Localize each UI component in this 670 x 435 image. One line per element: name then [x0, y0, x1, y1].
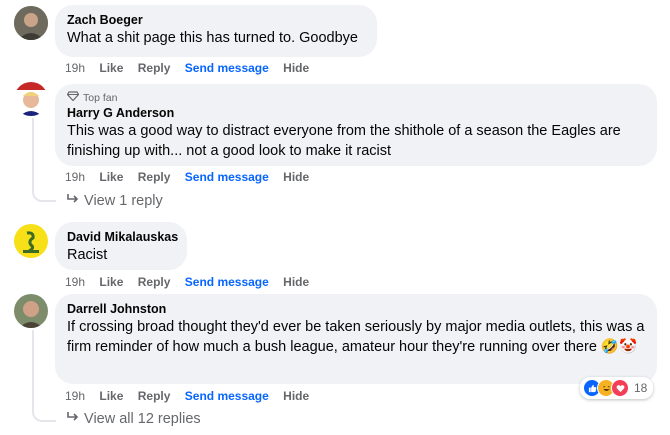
send-message-button[interactable]: Send message [185, 389, 269, 403]
avatar[interactable] [14, 224, 48, 258]
love-icon [611, 379, 629, 397]
view-replies-label: View all 12 replies [84, 411, 201, 427]
thread-curve [32, 398, 56, 422]
commenter-name[interactable]: Zach Boeger [67, 12, 365, 28]
comment-text: This was a good way to distract everyone… [67, 123, 621, 159]
reply-button[interactable]: Reply [138, 275, 171, 289]
send-message-button[interactable]: Send message [185, 275, 269, 289]
comment-body: If crossing broad thought they'd ever be… [67, 319, 645, 355]
avatar[interactable] [14, 6, 48, 40]
reaction-summary[interactable]: 18 [580, 377, 654, 399]
comment-actions: 19h Like Reply Send message Hide [65, 275, 320, 289]
reply-button[interactable]: Reply [138, 389, 171, 403]
commenter-name[interactable]: Harry G Anderson [67, 105, 645, 121]
like-button[interactable]: Like [99, 275, 123, 289]
comment-bubble: Darrell Johnston If crossing broad thoug… [55, 294, 657, 384]
send-message-button[interactable]: Send message [185, 170, 269, 184]
hide-button[interactable]: Hide [283, 275, 309, 289]
timestamp[interactable]: 19h [65, 61, 85, 75]
emoji-group: 🤣🤡 [600, 339, 638, 355]
hide-button[interactable]: Hide [283, 170, 309, 184]
comment-actions: 19h Like Reply Send message Hide [65, 170, 320, 184]
comment-bubble: Zach Boeger What a shit page this has tu… [55, 5, 377, 57]
like-button[interactable]: Like [99, 389, 123, 403]
comment-text: Racist [67, 247, 108, 263]
comment-actions: 19h Like Reply Send message Hide [65, 389, 320, 403]
reply-button[interactable]: Reply [138, 61, 171, 75]
diamond-icon [66, 91, 80, 105]
reaction-count: 18 [634, 381, 648, 395]
thread-line [32, 330, 34, 408]
hide-button[interactable]: Hide [283, 389, 309, 403]
send-message-button[interactable]: Send message [185, 61, 269, 75]
timestamp[interactable]: 19h [65, 389, 85, 403]
timestamp[interactable]: 19h [65, 170, 85, 184]
reply-arrow-icon [66, 411, 84, 427]
view-replies-link[interactable]: View all 12 replies [66, 411, 201, 427]
comment-text: If crossing broad thought they'd ever be… [67, 317, 645, 357]
view-replies-link[interactable]: View 1 reply [66, 193, 163, 209]
avatar[interactable] [14, 82, 48, 116]
top-fan-badge: Top fan [66, 91, 645, 105]
comment-bubble: David Mikalauskas Racist [55, 222, 187, 270]
like-button[interactable]: Like [99, 170, 123, 184]
view-replies-label: View 1 reply [84, 193, 163, 209]
comment-bubble: Top fan Harry G Anderson This was a good… [55, 84, 657, 166]
reply-button[interactable]: Reply [138, 170, 171, 184]
avatar[interactable] [14, 294, 48, 328]
like-button[interactable]: Like [99, 61, 123, 75]
thread-curve [32, 178, 56, 202]
timestamp[interactable]: 19h [65, 275, 85, 289]
commenter-name[interactable]: Darrell Johnston [67, 301, 645, 317]
reply-arrow-icon [66, 193, 84, 209]
badge-label: Top fan [83, 92, 118, 104]
commenter-name[interactable]: David Mikalauskas [67, 229, 178, 245]
comment-actions: 19h Like Reply Send message Hide [65, 61, 320, 75]
comment-text: What a shit page this has turned to. Goo… [67, 30, 358, 46]
hide-button[interactable]: Hide [283, 61, 309, 75]
